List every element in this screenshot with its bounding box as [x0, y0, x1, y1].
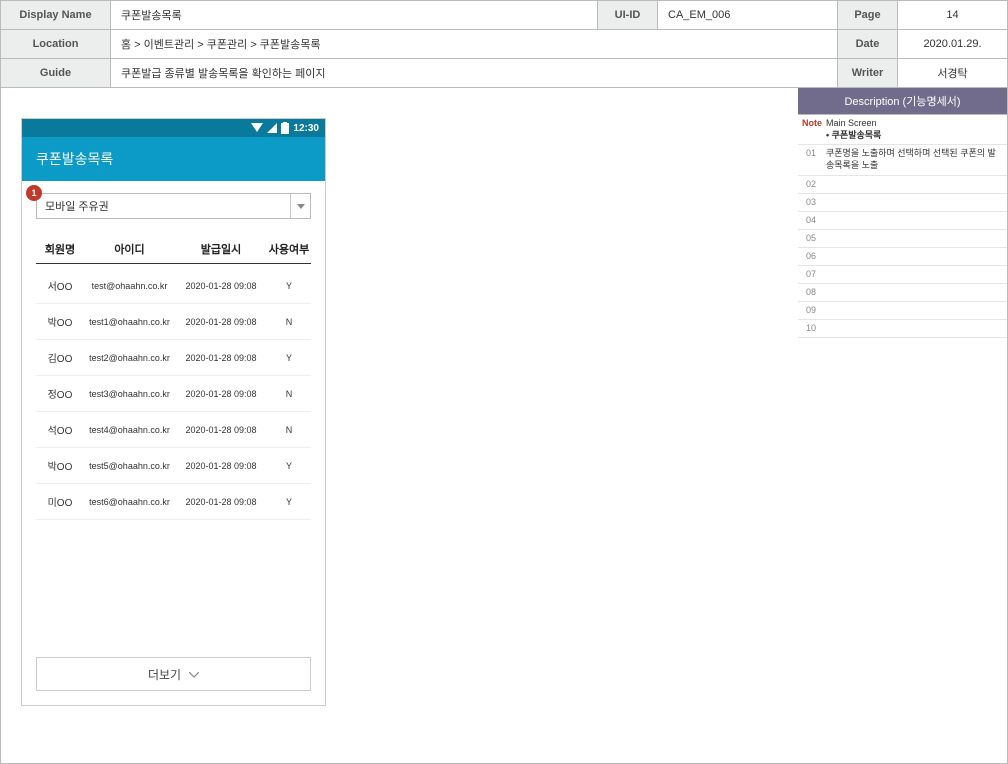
- more-button[interactable]: 더보기: [36, 657, 311, 691]
- col-header-date: 발급일시: [175, 241, 267, 257]
- coupon-select-value: 모바일 주유권: [45, 198, 109, 214]
- list-row: 김OO test2@ohaahn.co.kr 2020-01-28 09:08 …: [36, 340, 311, 376]
- list-row: 미OO test6@ohaahn.co.kr 2020-01-28 09:08 …: [36, 484, 311, 520]
- phone-mockup: 12:30 쿠폰발송목록 1 모바일 주유권 회원명 아이디: [21, 118, 326, 706]
- list-row: 석OO test4@ohaahn.co.kr 2020-01-28 09:08 …: [36, 412, 311, 448]
- phone-statusbar: 12:30: [22, 119, 325, 137]
- description-header: Description (기능명세서): [798, 88, 1007, 115]
- value-location: 홈 > 이벤트관리 > 쿠폰관리 > 쿠폰발송목록: [111, 30, 838, 59]
- signal-icon: [267, 123, 277, 133]
- label-page: Page: [838, 1, 898, 30]
- description-panel: Description (기능명세서) Note Main Screen • 쿠…: [798, 88, 1008, 764]
- wifi-icon: [251, 123, 263, 133]
- appbar: 쿠폰발송목록: [22, 137, 325, 181]
- label-date: Date: [838, 30, 898, 59]
- list-row: 박OO test5@ohaahn.co.kr 2020-01-28 09:08 …: [36, 448, 311, 484]
- callout-badge-1: 1: [26, 185, 42, 201]
- col-header-id: 아이디: [84, 241, 175, 257]
- chevron-down-icon: [290, 194, 310, 218]
- value-guide: 쿠폰발급 종류별 발송목록을 확인하는 페이지: [111, 59, 838, 88]
- chevron-down-icon: [189, 667, 199, 681]
- label-guide: Guide: [1, 59, 111, 88]
- value-writer: 서경탁: [898, 59, 1008, 88]
- label-writer: Writer: [838, 59, 898, 88]
- label-ui-id: UI-ID: [598, 1, 658, 30]
- list-row: 정OO test3@ohaahn.co.kr 2020-01-28 09:08 …: [36, 376, 311, 412]
- value-ui-id: CA_EM_006: [658, 1, 838, 30]
- value-page: 14: [898, 1, 1008, 30]
- battery-icon: [281, 122, 289, 134]
- col-header-name: 회원명: [36, 241, 84, 257]
- value-display-name: 쿠폰발송목록: [111, 1, 598, 30]
- desc-note-text: Main Screen • 쿠폰발송목록: [826, 118, 1003, 141]
- desc-note-label: Note: [802, 118, 820, 128]
- appbar-title: 쿠폰발송목록: [36, 151, 113, 167]
- design-canvas: 12:30 쿠폰발송목록 1 모바일 주유권 회원명 아이디: [0, 88, 798, 764]
- col-header-use: 사용여부: [267, 241, 311, 257]
- status-time: 12:30: [293, 123, 319, 134]
- value-date: 2020.01.29.: [898, 30, 1008, 59]
- more-button-label: 더보기: [148, 666, 181, 683]
- spec-header-table: Display Name 쿠폰발송목록 UI-ID CA_EM_006 Page…: [0, 0, 1008, 88]
- list-body: 서OO test@ohaahn.co.kr 2020-01-28 09:08 Y…: [36, 268, 311, 520]
- label-display-name: Display Name: [1, 1, 111, 30]
- label-location: Location: [1, 30, 111, 59]
- list-row: 박OO test1@ohaahn.co.kr 2020-01-28 09:08 …: [36, 304, 311, 340]
- coupon-select[interactable]: 모바일 주유권: [36, 193, 311, 219]
- list-row: 서OO test@ohaahn.co.kr 2020-01-28 09:08 Y: [36, 268, 311, 304]
- list-header: 회원명 아이디 발급일시 사용여부: [36, 241, 311, 264]
